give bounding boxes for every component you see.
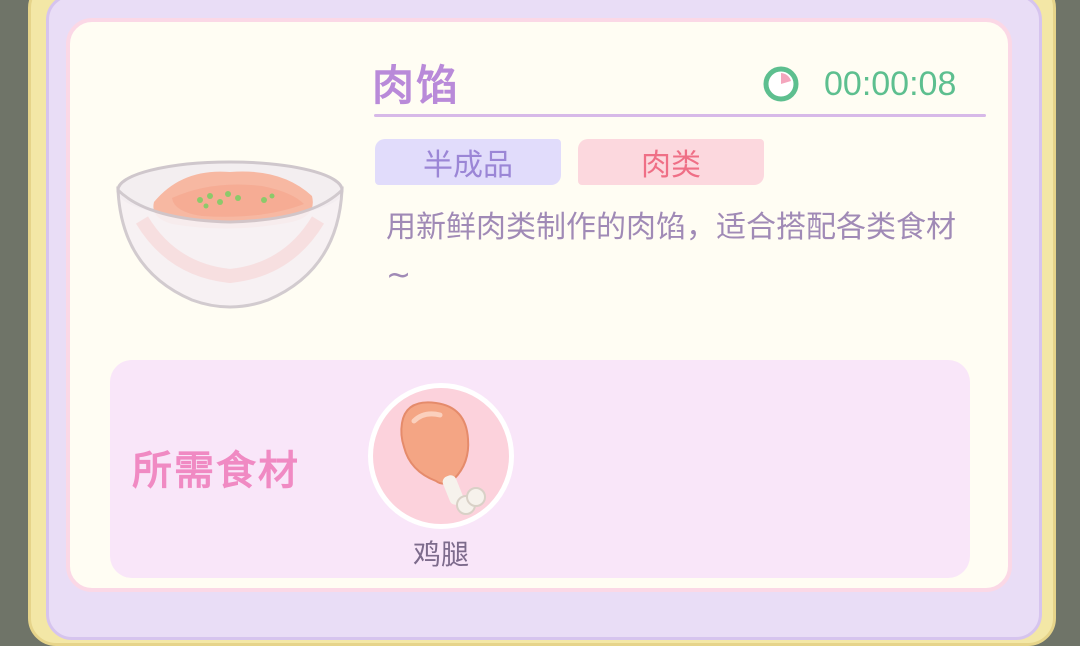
cook-timer: 00:00:08	[762, 64, 956, 104]
chicken-leg-icon	[400, 401, 486, 515]
recipe-title: 肉馅	[372, 61, 461, 110]
recipe-description: 用新鲜肉类制作的肉馅，适合搭配各类食材~	[386, 210, 956, 293]
timer-value: 00:00:08	[824, 64, 957, 103]
ingredients-label: 所需食材	[132, 448, 300, 494]
ingredient-name: 鸡腿	[412, 538, 469, 571]
clock-icon	[763, 66, 799, 102]
title-divider	[374, 114, 986, 117]
ingredient-item[interactable]: 鸡腿	[366, 383, 516, 573]
tag-semi-finished: 半成品	[375, 139, 561, 185]
tag-meat: 肉类	[578, 139, 764, 185]
meat-filling-bowl-icon	[116, 160, 344, 309]
